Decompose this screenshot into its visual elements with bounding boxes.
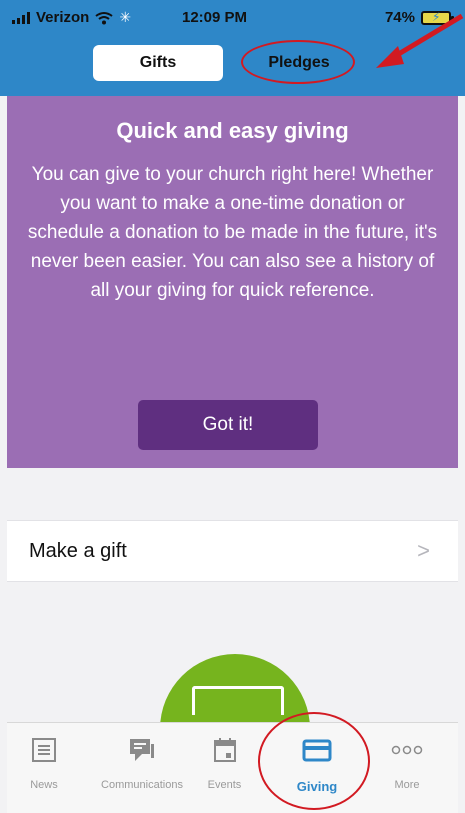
- card-icon: [302, 739, 332, 762]
- tab-more-label: More: [394, 779, 420, 791]
- chat-icon: [130, 739, 154, 761]
- tab-giving-label: Giving: [296, 779, 338, 794]
- loading-spinner-icon: ✳: [119, 9, 132, 25]
- status-bar: Verizon ✳ 12:09 PM 74% ⚡: [0, 0, 465, 36]
- make-a-gift-label: Make a gift: [29, 539, 127, 562]
- segment-pledges[interactable]: Pledges: [237, 45, 361, 81]
- tab-bar: News Communications Events Giving More: [7, 722, 458, 813]
- info-card: Quick and easy giving You can give to yo…: [7, 96, 458, 468]
- tab-events-label: Events: [207, 779, 242, 791]
- tab-news-label: News: [30, 779, 58, 791]
- tab-events[interactable]: Events: [197, 723, 252, 813]
- got-it-button[interactable]: Got it!: [138, 400, 318, 450]
- wifi-icon: [95, 11, 113, 24]
- signal-icon: [12, 11, 30, 24]
- status-right: 74% ⚡: [384, 9, 454, 26]
- tab-communications-label: Communications: [101, 779, 183, 791]
- gift-box-icon: [192, 686, 284, 715]
- carrier-label: Verizon: [36, 9, 90, 26]
- calendar-icon: [213, 738, 236, 762]
- tab-giving[interactable]: Giving: [287, 723, 347, 813]
- status-time: 12:09 PM: [182, 9, 248, 26]
- battery-percent: 74%: [384, 9, 415, 26]
- header: Verizon ✳ 12:09 PM 74% ⚡ Gifts Pledges: [0, 0, 465, 96]
- battery-icon: ⚡: [421, 10, 454, 25]
- card-title: Quick and easy giving: [116, 118, 349, 143]
- more-dots-icon: [391, 745, 423, 755]
- tab-news[interactable]: News: [19, 723, 69, 813]
- status-left: Verizon ✳: [12, 9, 131, 26]
- chevron-right-icon: >: [417, 538, 430, 563]
- segment-gifts[interactable]: Gifts: [93, 45, 223, 81]
- tab-communications[interactable]: Communications: [92, 723, 192, 813]
- tab-more[interactable]: More: [377, 723, 437, 813]
- make-a-gift-row[interactable]: Make a gift >: [7, 520, 458, 582]
- news-icon: [32, 738, 56, 762]
- card-body: You can give to your church right here! …: [27, 164, 438, 301]
